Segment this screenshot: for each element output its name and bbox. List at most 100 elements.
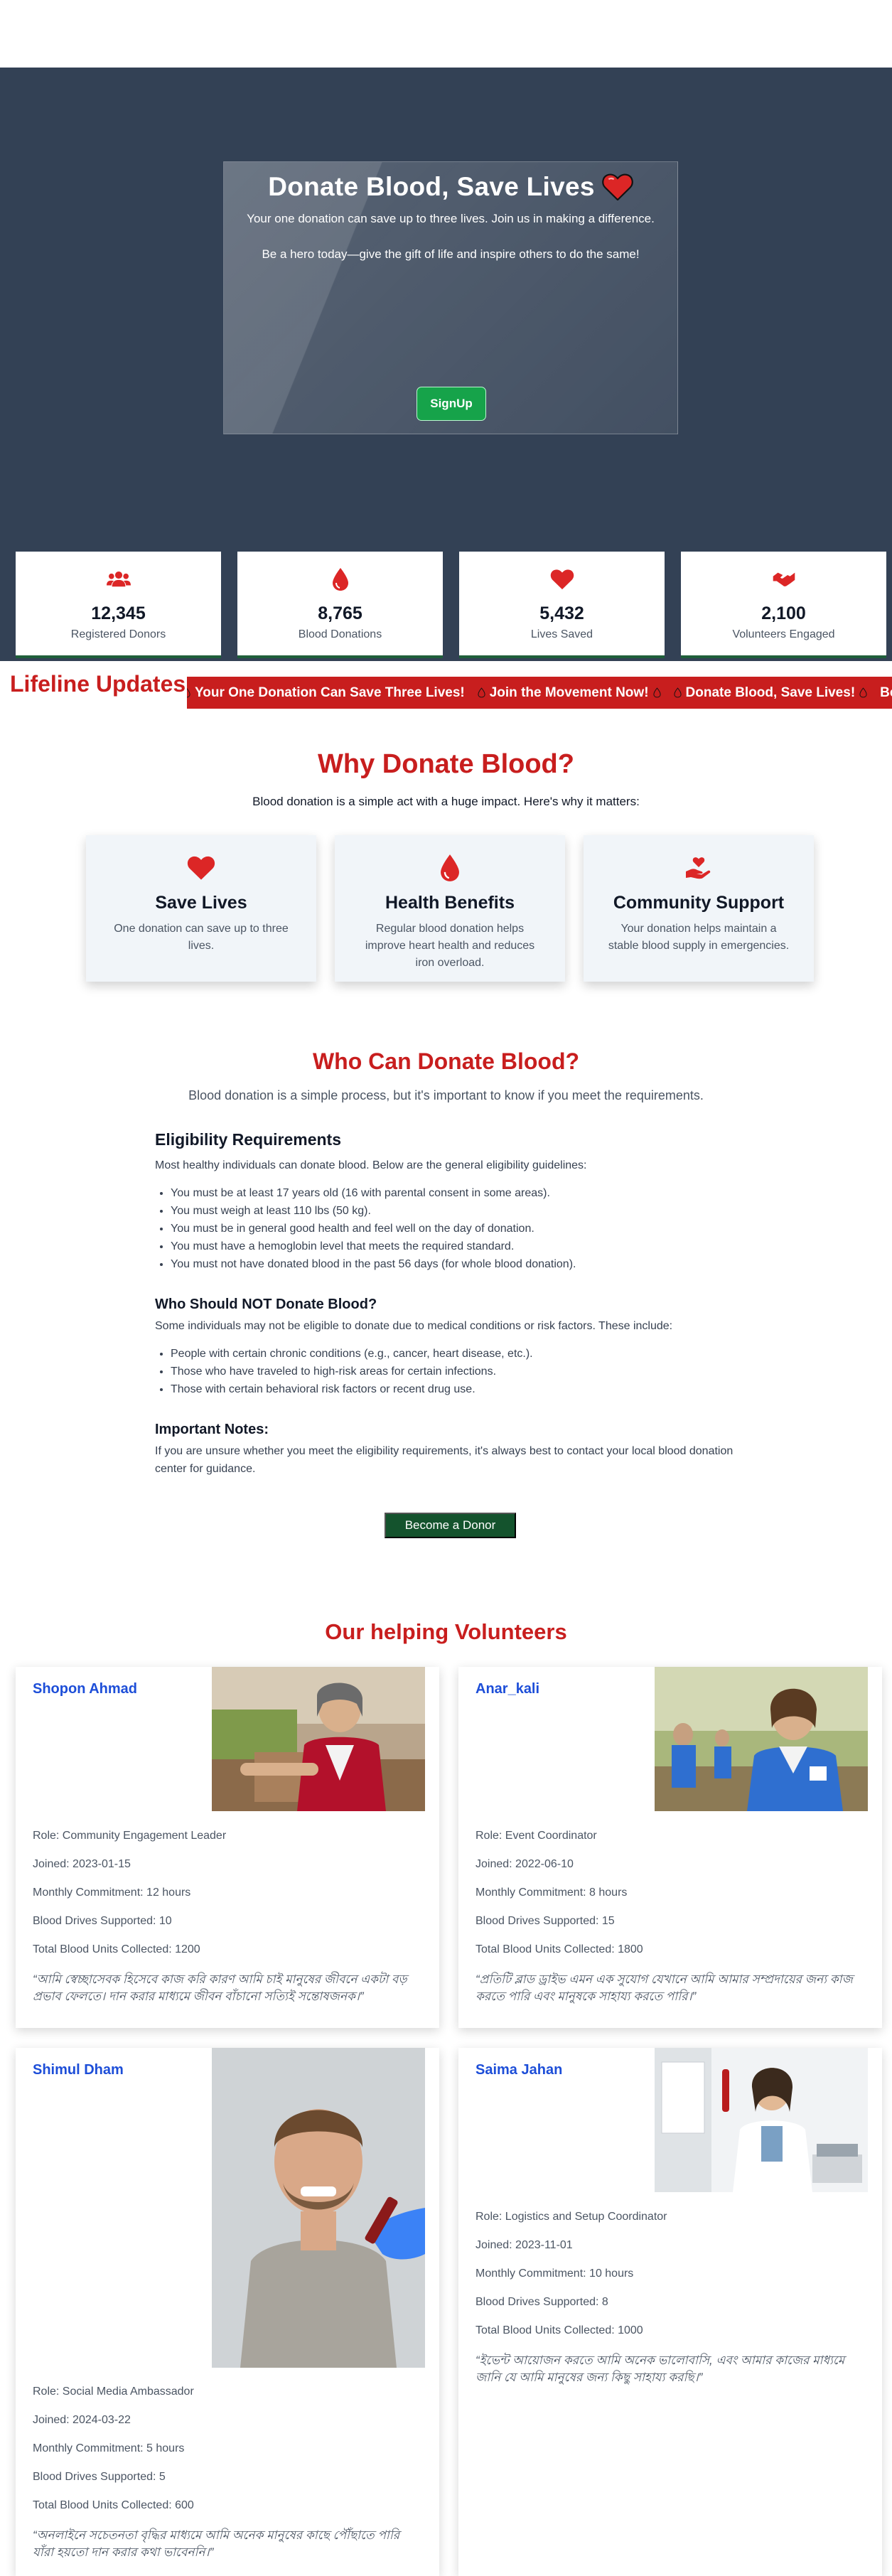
signup-button[interactable]: SignUp xyxy=(417,387,486,421)
list-item: People with certain chronic conditions (… xyxy=(171,1345,752,1363)
volunteer-drives: Blood Drives Supported: 8 xyxy=(475,2296,608,2308)
stat-label: Registered Donors xyxy=(70,628,166,640)
list-item: You must have a hemoglobin level that me… xyxy=(171,1238,752,1255)
volunteer-role: Role: Logistics and Setup Coordinator xyxy=(475,2211,667,2223)
volunteer-joined: Joined: 2024-03-22 xyxy=(33,2414,131,2426)
stat-blood-donations: 8,765 Blood Donations xyxy=(237,552,443,658)
notes-text: If you are unsure whether you meet the e… xyxy=(155,1445,734,1475)
volunteer-units: Total Blood Units Collected: 1000 xyxy=(475,2324,643,2336)
card-title: Save Lives xyxy=(155,893,247,913)
become-donor-button[interactable]: Become a Donor xyxy=(385,1513,516,1538)
list-item: Those who have traveled to high-risk are… xyxy=(171,1363,752,1380)
users-icon xyxy=(106,571,131,587)
eligibility-section: Eligibility Requirements Most healthy in… xyxy=(155,1130,752,1478)
volunteer-photo xyxy=(655,2048,868,2192)
ticker-item: Donate Blood, Save Lives! xyxy=(673,677,868,709)
blood-drop-icon xyxy=(332,568,348,591)
why-card-community-support: Community Support Your donation helps ma… xyxy=(584,835,814,982)
stat-value: 5,432 xyxy=(539,603,584,623)
volunteer-details: Role: Logistics and Setup Coordinator Jo… xyxy=(475,2203,667,2345)
not-eligible-intro: Some individuals may not be eligible to … xyxy=(155,1320,673,1332)
who-subtitle: Blood donation is a simple process, but … xyxy=(188,1088,704,1102)
hand-heart-icon xyxy=(686,857,711,879)
stat-value: 8,765 xyxy=(318,603,362,623)
hero-tagline: Be a hero today—give the gift of life an… xyxy=(262,247,640,261)
volunteer-card: Anar_kali Role: Event Coordinator Joined… xyxy=(458,1667,882,2028)
volunteer-units: Total Blood Units Collected: 1800 xyxy=(475,1943,643,1955)
volunteer-name: Shopon Ahmad xyxy=(33,1681,138,1697)
stat-value: 12,345 xyxy=(91,603,146,623)
stat-label: Lives Saved xyxy=(530,628,593,640)
list-item: You must not have donated blood in the p… xyxy=(171,1255,752,1273)
ticker-title: Lifeline Updates xyxy=(10,671,186,697)
top-bar xyxy=(0,0,892,68)
card-title: Community Support xyxy=(613,893,785,913)
volunteer-drives: Blood Drives Supported: 5 xyxy=(33,2471,166,2483)
volunteer-role: Role: Social Media Ambassador xyxy=(33,2386,194,2398)
volunteer-photo xyxy=(212,1667,425,1811)
eligibility-intro: Most healthy individuals can donate bloo… xyxy=(155,1159,587,1171)
list-item: You must be in general good health and f… xyxy=(171,1220,752,1238)
volunteer-quote: “ইভেন্ট আয়োজন করতে আমি অনেক ভালোবাসি, এ… xyxy=(475,2354,845,2384)
volunteer-drives: Blood Drives Supported: 15 xyxy=(475,1915,615,1927)
volunteer-role: Role: Event Coordinator xyxy=(475,1830,597,1842)
handshake-icon xyxy=(773,572,795,586)
volunteer-hours: Monthly Commitment: 12 hours xyxy=(33,1887,191,1899)
why-title: Why Donate Blood? xyxy=(318,749,574,779)
eligibility-list: You must be at least 17 years old (16 wi… xyxy=(171,1184,752,1273)
why-subtitle: Blood donation is a simple act with a hu… xyxy=(252,795,640,808)
volunteer-drives: Blood Drives Supported: 10 xyxy=(33,1915,172,1927)
card-text: Your donation helps maintain a stable bl… xyxy=(608,923,790,952)
list-item: You must be at least 17 years old (16 wi… xyxy=(171,1184,752,1202)
eligibility-title: Eligibility Requirements xyxy=(155,1130,341,1149)
volunteer-joined: Joined: 2023-11-01 xyxy=(475,2239,573,2251)
who-title: Who Can Donate Blood? xyxy=(312,1048,580,1074)
hero-card: Donate Blood, Save Lives Your one donati… xyxy=(223,161,678,434)
card-title: Health Benefits xyxy=(385,893,515,913)
hero-subtitle: Your one donation can save up to three l… xyxy=(247,212,655,225)
volunteer-quote: “আমি স্বেচ্ছাসেবক হিসেবে কাজ করি কারণ আম… xyxy=(33,1973,407,2003)
volunteer-units: Total Blood Units Collected: 1200 xyxy=(33,1943,200,1955)
card-text: One donation can save up to three lives. xyxy=(114,923,289,952)
volunteer-photo xyxy=(212,2048,425,2368)
volunteer-quote: “প্রতিটি ব্লাড ড্রাইভ এমন এক সুযোগ যেখান… xyxy=(475,1973,853,2003)
heart-icon xyxy=(550,569,574,590)
stat-label: Blood Donations xyxy=(298,628,382,640)
volunteer-joined: Joined: 2022-06-10 xyxy=(475,1858,574,1870)
volunteer-photo xyxy=(655,1667,868,1811)
volunteer-card: Saima Jahan Role: Logistics and Setup Co… xyxy=(458,2048,882,2576)
lifeline-updates: Lifeline Updates Your One Donation Can S… xyxy=(0,668,892,711)
blood-drop-icon xyxy=(673,687,682,698)
volunteer-details: Role: Event Coordinator Joined: 2022-06-… xyxy=(475,1822,643,1964)
why-card-save-lives: Save Lives One donation can save up to t… xyxy=(86,835,316,982)
heart-icon xyxy=(601,173,633,200)
list-item: Those with certain behavioral risk facto… xyxy=(171,1380,752,1398)
stat-value: 2,100 xyxy=(761,603,806,623)
volunteer-card: Shimul Dham Role: Social Media Ambassado… xyxy=(16,2048,439,2576)
blood-drop-icon xyxy=(478,687,485,698)
blood-drop-icon xyxy=(652,687,661,698)
why-card-health-benefits: Health Benefits Regular blood donation h… xyxy=(335,835,565,982)
stat-lives-saved: 5,432 Lives Saved xyxy=(459,552,665,658)
volunteer-card: Shopon Ahmad Role: Community Engagement … xyxy=(16,1667,439,2028)
not-eligible-list: People with certain chronic conditions (… xyxy=(171,1345,752,1398)
not-eligible-title: Who Should NOT Donate Blood? xyxy=(155,1297,377,1312)
ticker-item: Join the Movement Now! xyxy=(478,677,661,709)
ticker-item: Be a Hero xyxy=(880,685,892,700)
volunteer-details: Role: Community Engagement Leader Joined… xyxy=(33,1822,226,1964)
volunteer-units: Total Blood Units Collected: 600 xyxy=(33,2499,194,2511)
blood-drop-icon xyxy=(859,687,867,698)
card-text: Regular blood donation helps improve hea… xyxy=(365,923,535,969)
volunteer-joined: Joined: 2023-01-15 xyxy=(33,1858,131,1870)
stat-registered-donors: 12,345 Registered Donors xyxy=(16,552,221,658)
blood-drop-icon xyxy=(187,687,190,698)
ticker-item: Your One Donation Can Save Three Lives! xyxy=(187,677,465,709)
volunteer-hours: Monthly Commitment: 10 hours xyxy=(475,2268,634,2280)
volunteers-title: Our helping Volunteers xyxy=(325,1619,567,1644)
blood-drop-icon xyxy=(441,854,459,881)
stat-label: Volunteers Engaged xyxy=(732,628,835,640)
why-cards: Save Lives One donation can save up to t… xyxy=(86,835,814,982)
ticker-marquee: Your One Donation Can Save Three Lives! … xyxy=(187,677,892,709)
stat-volunteers-engaged: 2,100 Volunteers Engaged xyxy=(681,552,886,658)
volunteer-role: Role: Community Engagement Leader xyxy=(33,1830,227,1842)
